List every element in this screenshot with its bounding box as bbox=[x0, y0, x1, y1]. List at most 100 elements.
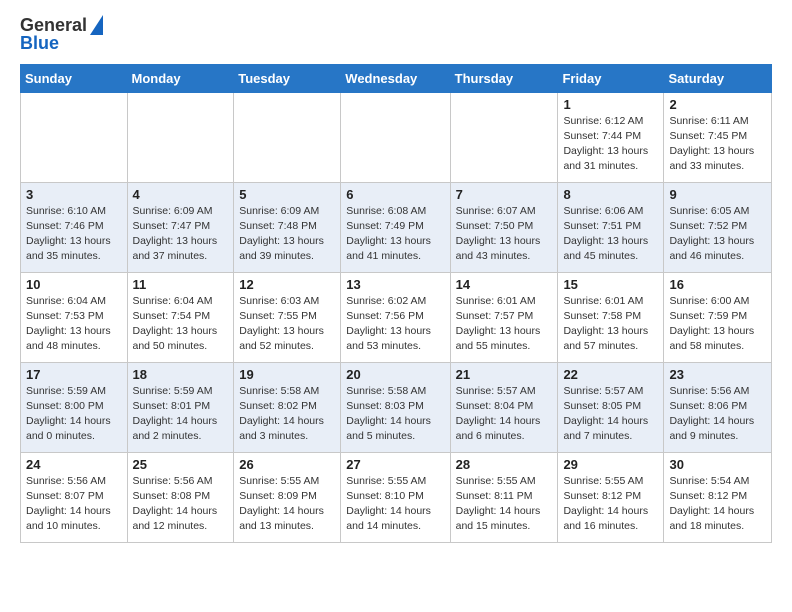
calendar-cell bbox=[341, 92, 450, 182]
day-info: Sunrise: 6:04 AMSunset: 7:54 PMDaylight:… bbox=[133, 294, 229, 355]
calendar-cell: 22 Sunrise: 5:57 AMSunset: 8:05 PMDayligh… bbox=[558, 362, 664, 452]
day-info: Sunrise: 5:58 AMSunset: 8:02 PMDaylight:… bbox=[239, 384, 335, 445]
weekday-friday: Friday bbox=[558, 64, 664, 92]
calendar-cell: 24 Sunrise: 5:56 AMSunset: 8:07 PMDayligh… bbox=[21, 452, 128, 542]
day-number: 20 bbox=[346, 367, 444, 382]
calendar-cell: 6 Sunrise: 6:08 AMSunset: 7:49 PMDaylight… bbox=[341, 182, 450, 272]
calendar-cell bbox=[234, 92, 341, 182]
day-number: 25 bbox=[133, 457, 229, 472]
weekday-sunday: Sunday bbox=[21, 64, 128, 92]
calendar-cell bbox=[450, 92, 558, 182]
week-row-3: 10 Sunrise: 6:04 AMSunset: 7:53 PMDayligh… bbox=[21, 272, 772, 362]
calendar-cell: 21 Sunrise: 5:57 AMSunset: 8:04 PMDayligh… bbox=[450, 362, 558, 452]
day-number: 9 bbox=[669, 187, 766, 202]
calendar-cell: 15 Sunrise: 6:01 AMSunset: 7:58 PMDayligh… bbox=[558, 272, 664, 362]
day-info: Sunrise: 6:07 AMSunset: 7:50 PMDaylight:… bbox=[456, 204, 553, 265]
day-info: Sunrise: 6:10 AMSunset: 7:46 PMDaylight:… bbox=[26, 204, 122, 265]
day-info: Sunrise: 6:12 AMSunset: 7:44 PMDaylight:… bbox=[563, 114, 658, 175]
day-info: Sunrise: 6:09 AMSunset: 7:47 PMDaylight:… bbox=[133, 204, 229, 265]
calendar-cell bbox=[127, 92, 234, 182]
day-info: Sunrise: 5:59 AMSunset: 8:01 PMDaylight:… bbox=[133, 384, 229, 445]
day-info: Sunrise: 5:55 AMSunset: 8:10 PMDaylight:… bbox=[346, 474, 444, 535]
day-info: Sunrise: 6:01 AMSunset: 7:58 PMDaylight:… bbox=[563, 294, 658, 355]
weekday-wednesday: Wednesday bbox=[341, 64, 450, 92]
calendar-cell bbox=[21, 92, 128, 182]
day-number: 10 bbox=[26, 277, 122, 292]
day-info: Sunrise: 5:56 AMSunset: 8:07 PMDaylight:… bbox=[26, 474, 122, 535]
day-info: Sunrise: 5:55 AMSunset: 8:12 PMDaylight:… bbox=[563, 474, 658, 535]
calendar-cell: 25 Sunrise: 5:56 AMSunset: 8:08 PMDayligh… bbox=[127, 452, 234, 542]
calendar-cell: 27Sunrise: 5:55 AMSunset: 8:10 PMDayligh… bbox=[341, 452, 450, 542]
day-info: Sunrise: 6:09 AMSunset: 7:48 PMDaylight:… bbox=[239, 204, 335, 265]
day-info: Sunrise: 6:03 AMSunset: 7:55 PMDaylight:… bbox=[239, 294, 335, 355]
day-number: 29 bbox=[563, 457, 658, 472]
calendar-cell: 5 Sunrise: 6:09 AMSunset: 7:48 PMDaylight… bbox=[234, 182, 341, 272]
calendar-cell: 4Sunrise: 6:09 AMSunset: 7:47 PMDaylight… bbox=[127, 182, 234, 272]
day-number: 8 bbox=[563, 187, 658, 202]
calendar-cell: 8 Sunrise: 6:06 AMSunset: 7:51 PMDaylight… bbox=[558, 182, 664, 272]
weekday-saturday: Saturday bbox=[664, 64, 772, 92]
day-info: Sunrise: 6:06 AMSunset: 7:51 PMDaylight:… bbox=[563, 204, 658, 265]
day-number: 24 bbox=[26, 457, 122, 472]
day-info: Sunrise: 5:56 AMSunset: 8:08 PMDaylight:… bbox=[133, 474, 229, 535]
weekday-thursday: Thursday bbox=[450, 64, 558, 92]
day-number: 22 bbox=[563, 367, 658, 382]
day-number: 28 bbox=[456, 457, 553, 472]
logo: General Blue bbox=[20, 16, 103, 54]
day-info: Sunrise: 5:55 AMSunset: 8:11 PMDaylight:… bbox=[456, 474, 553, 535]
day-number: 21 bbox=[456, 367, 553, 382]
logo-blue: Blue bbox=[20, 34, 59, 54]
day-number: 26 bbox=[239, 457, 335, 472]
day-info: Sunrise: 6:00 AMSunset: 7:59 PMDaylight:… bbox=[669, 294, 766, 355]
calendar: SundayMondayTuesdayWednesdayThursdayFrid… bbox=[20, 64, 772, 543]
calendar-cell: 1 Sunrise: 6:12 AMSunset: 7:44 PMDaylight… bbox=[558, 92, 664, 182]
calendar-cell: 26 Sunrise: 5:55 AMSunset: 8:09 PMDayligh… bbox=[234, 452, 341, 542]
day-info: Sunrise: 6:02 AMSunset: 7:56 PMDaylight:… bbox=[346, 294, 444, 355]
day-info: Sunrise: 6:11 AMSunset: 7:45 PMDaylight:… bbox=[669, 114, 766, 175]
day-info: Sunrise: 6:08 AMSunset: 7:49 PMDaylight:… bbox=[346, 204, 444, 265]
day-info: Sunrise: 5:57 AMSunset: 8:04 PMDaylight:… bbox=[456, 384, 553, 445]
day-number: 15 bbox=[563, 277, 658, 292]
day-number: 3 bbox=[26, 187, 122, 202]
day-number: 7 bbox=[456, 187, 553, 202]
day-number: 6 bbox=[346, 187, 444, 202]
day-number: 23 bbox=[669, 367, 766, 382]
week-row-2: 3 Sunrise: 6:10 AMSunset: 7:46 PMDaylight… bbox=[21, 182, 772, 272]
week-row-1: 1 Sunrise: 6:12 AMSunset: 7:44 PMDaylight… bbox=[21, 92, 772, 182]
day-info: Sunrise: 5:56 AMSunset: 8:06 PMDaylight:… bbox=[669, 384, 766, 445]
calendar-cell: 3 Sunrise: 6:10 AMSunset: 7:46 PMDaylight… bbox=[21, 182, 128, 272]
week-row-4: 17Sunrise: 5:59 AMSunset: 8:00 PMDayligh… bbox=[21, 362, 772, 452]
day-info: Sunrise: 6:04 AMSunset: 7:53 PMDaylight:… bbox=[26, 294, 122, 355]
calendar-cell: 17Sunrise: 5:59 AMSunset: 8:00 PMDayligh… bbox=[21, 362, 128, 452]
day-number: 11 bbox=[133, 277, 229, 292]
day-number: 2 bbox=[669, 97, 766, 112]
calendar-cell: 19 Sunrise: 5:58 AMSunset: 8:02 PMDayligh… bbox=[234, 362, 341, 452]
day-number: 5 bbox=[239, 187, 335, 202]
day-info: Sunrise: 6:01 AMSunset: 7:57 PMDaylight:… bbox=[456, 294, 553, 355]
calendar-cell: 16Sunrise: 6:00 AMSunset: 7:59 PMDayligh… bbox=[664, 272, 772, 362]
calendar-cell: 7 Sunrise: 6:07 AMSunset: 7:50 PMDaylight… bbox=[450, 182, 558, 272]
day-info: Sunrise: 5:55 AMSunset: 8:09 PMDaylight:… bbox=[239, 474, 335, 535]
day-info: Sunrise: 5:54 AMSunset: 8:12 PMDaylight:… bbox=[669, 474, 766, 535]
day-number: 19 bbox=[239, 367, 335, 382]
calendar-cell: 29 Sunrise: 5:55 AMSunset: 8:12 PMDayligh… bbox=[558, 452, 664, 542]
calendar-cell: 14Sunrise: 6:01 AMSunset: 7:57 PMDayligh… bbox=[450, 272, 558, 362]
calendar-cell: 10 Sunrise: 6:04 AMSunset: 7:53 PMDayligh… bbox=[21, 272, 128, 362]
calendar-cell: 18 Sunrise: 5:59 AMSunset: 8:01 PMDayligh… bbox=[127, 362, 234, 452]
weekday-monday: Monday bbox=[127, 64, 234, 92]
calendar-cell: 9Sunrise: 6:05 AMSunset: 7:52 PMDaylight… bbox=[664, 182, 772, 272]
calendar-cell: 23 Sunrise: 5:56 AMSunset: 8:06 PMDayligh… bbox=[664, 362, 772, 452]
day-number: 1 bbox=[563, 97, 658, 112]
calendar-cell: 30Sunrise: 5:54 AMSunset: 8:12 PMDayligh… bbox=[664, 452, 772, 542]
weekday-header-row: SundayMondayTuesdayWednesdayThursdayFrid… bbox=[21, 64, 772, 92]
calendar-cell: 20Sunrise: 5:58 AMSunset: 8:03 PMDayligh… bbox=[341, 362, 450, 452]
calendar-cell: 12 Sunrise: 6:03 AMSunset: 7:55 PMDayligh… bbox=[234, 272, 341, 362]
weekday-tuesday: Tuesday bbox=[234, 64, 341, 92]
day-number: 18 bbox=[133, 367, 229, 382]
calendar-cell: 11 Sunrise: 6:04 AMSunset: 7:54 PMDayligh… bbox=[127, 272, 234, 362]
day-info: Sunrise: 5:57 AMSunset: 8:05 PMDaylight:… bbox=[563, 384, 658, 445]
page: General Blue SundayMondayTuesdayWednesda… bbox=[0, 0, 792, 563]
calendar-cell: 13Sunrise: 6:02 AMSunset: 7:56 PMDayligh… bbox=[341, 272, 450, 362]
header: General Blue bbox=[20, 16, 772, 54]
day-number: 12 bbox=[239, 277, 335, 292]
